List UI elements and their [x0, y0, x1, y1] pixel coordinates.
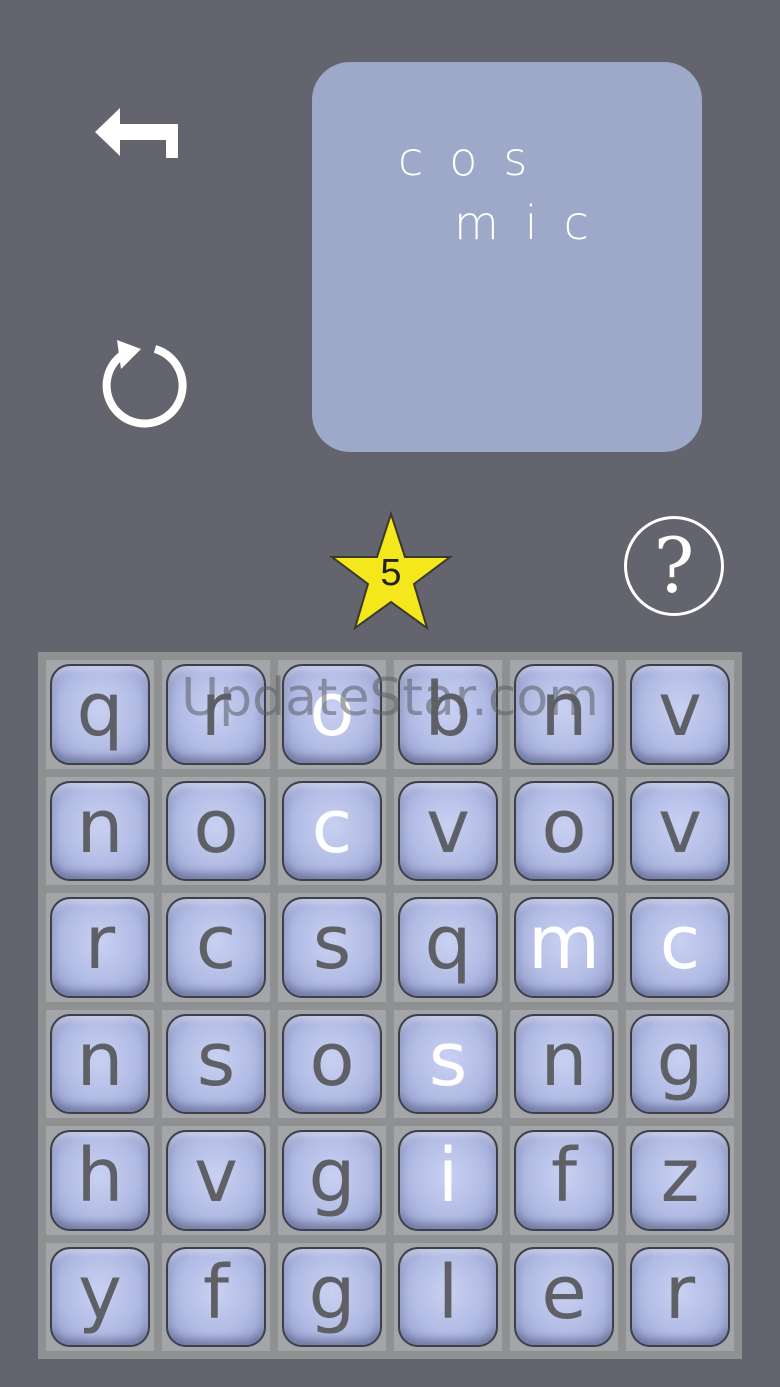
letter-tile[interactable]: s: [398, 1013, 498, 1114]
grid-cell: g: [278, 1126, 386, 1235]
letter-tile[interactable]: o: [282, 1013, 382, 1114]
grid-cell: l: [394, 1242, 502, 1351]
grid-cell: q: [394, 893, 502, 1002]
grid-cell: s: [162, 1009, 270, 1118]
letter-tile[interactable]: n: [50, 1013, 150, 1114]
grid-cell: n: [46, 1009, 154, 1118]
grid-cell: f: [510, 1126, 618, 1235]
letter-tile[interactable]: y: [50, 1246, 150, 1347]
letter-grid: qrobnvnocvovrcsqmcnsosnghvgifzyfgler: [38, 652, 742, 1359]
letter-tile[interactable]: r: [166, 664, 266, 765]
letter-tile[interactable]: o: [166, 780, 266, 881]
target-word-line-2: mic: [454, 196, 615, 250]
back-arrow-icon[interactable]: [90, 100, 185, 170]
grid-cell: e: [510, 1242, 618, 1351]
grid-cell: r: [162, 660, 270, 769]
letter-tile[interactable]: q: [398, 897, 498, 998]
grid-cell: r: [626, 1242, 734, 1351]
grid-cell: v: [162, 1126, 270, 1235]
grid-cell: o: [278, 1009, 386, 1118]
letter-tile[interactable]: l: [398, 1246, 498, 1347]
grid-cell: g: [278, 1242, 386, 1351]
grid-cell: v: [394, 776, 502, 885]
letter-tile[interactable]: g: [630, 1013, 730, 1114]
help-button[interactable]: ?: [624, 516, 724, 616]
letter-tile[interactable]: c: [166, 897, 266, 998]
grid-cell: s: [394, 1009, 502, 1118]
grid-cell: c: [278, 776, 386, 885]
grid-cell: i: [394, 1126, 502, 1235]
letter-tile[interactable]: i: [398, 1130, 498, 1231]
letter-tile[interactable]: o: [514, 780, 614, 881]
grid-cell: g: [626, 1009, 734, 1118]
grid-cell: y: [46, 1242, 154, 1351]
grid-cell: n: [510, 1009, 618, 1118]
letter-tile[interactable]: b: [398, 664, 498, 765]
grid-cell: z: [626, 1126, 734, 1235]
letter-tile[interactable]: c: [282, 780, 382, 881]
grid-cell: h: [46, 1126, 154, 1235]
letter-tile[interactable]: s: [166, 1013, 266, 1114]
letter-tile[interactable]: r: [50, 897, 150, 998]
letter-tile[interactable]: o: [282, 664, 382, 765]
letter-tile[interactable]: v: [630, 780, 730, 881]
letter-tile[interactable]: e: [514, 1246, 614, 1347]
grid-cell: b: [394, 660, 502, 769]
question-icon: ?: [653, 521, 695, 610]
letter-tile[interactable]: n: [514, 1013, 614, 1114]
letter-tile[interactable]: h: [50, 1130, 150, 1231]
grid-cell: r: [46, 893, 154, 1002]
grid-cell: q: [46, 660, 154, 769]
star-count: 5: [380, 552, 402, 594]
letter-tile[interactable]: f: [166, 1246, 266, 1347]
grid-cell: c: [626, 893, 734, 1002]
letter-tile[interactable]: v: [398, 780, 498, 881]
letter-tile[interactable]: g: [282, 1246, 382, 1347]
grid-cell: n: [510, 660, 618, 769]
letter-tile[interactable]: n: [514, 664, 614, 765]
grid-cell: o: [278, 660, 386, 769]
letter-tile[interactable]: f: [514, 1130, 614, 1231]
letter-tile[interactable]: g: [282, 1130, 382, 1231]
grid-cell: v: [626, 776, 734, 885]
letter-tile[interactable]: n: [50, 780, 150, 881]
grid-cell: c: [162, 893, 270, 1002]
letter-tile[interactable]: v: [166, 1130, 266, 1231]
grid-cell: v: [626, 660, 734, 769]
letter-tile[interactable]: z: [630, 1130, 730, 1231]
letter-tile[interactable]: m: [514, 897, 614, 998]
letter-tile[interactable]: c: [630, 897, 730, 998]
letter-tile[interactable]: r: [630, 1246, 730, 1347]
grid-cell: o: [510, 776, 618, 885]
grid-cell: o: [162, 776, 270, 885]
target-word-panel: cos mic: [312, 62, 702, 452]
letter-tile[interactable]: v: [630, 664, 730, 765]
grid-cell: s: [278, 893, 386, 1002]
letter-tile[interactable]: q: [50, 664, 150, 765]
letter-tile[interactable]: s: [282, 897, 382, 998]
grid-cell: n: [46, 776, 154, 885]
grid-cell: m: [510, 893, 618, 1002]
target-word-line-1: cos: [398, 132, 554, 186]
grid-cell: f: [162, 1242, 270, 1351]
restart-icon[interactable]: [95, 335, 190, 430]
